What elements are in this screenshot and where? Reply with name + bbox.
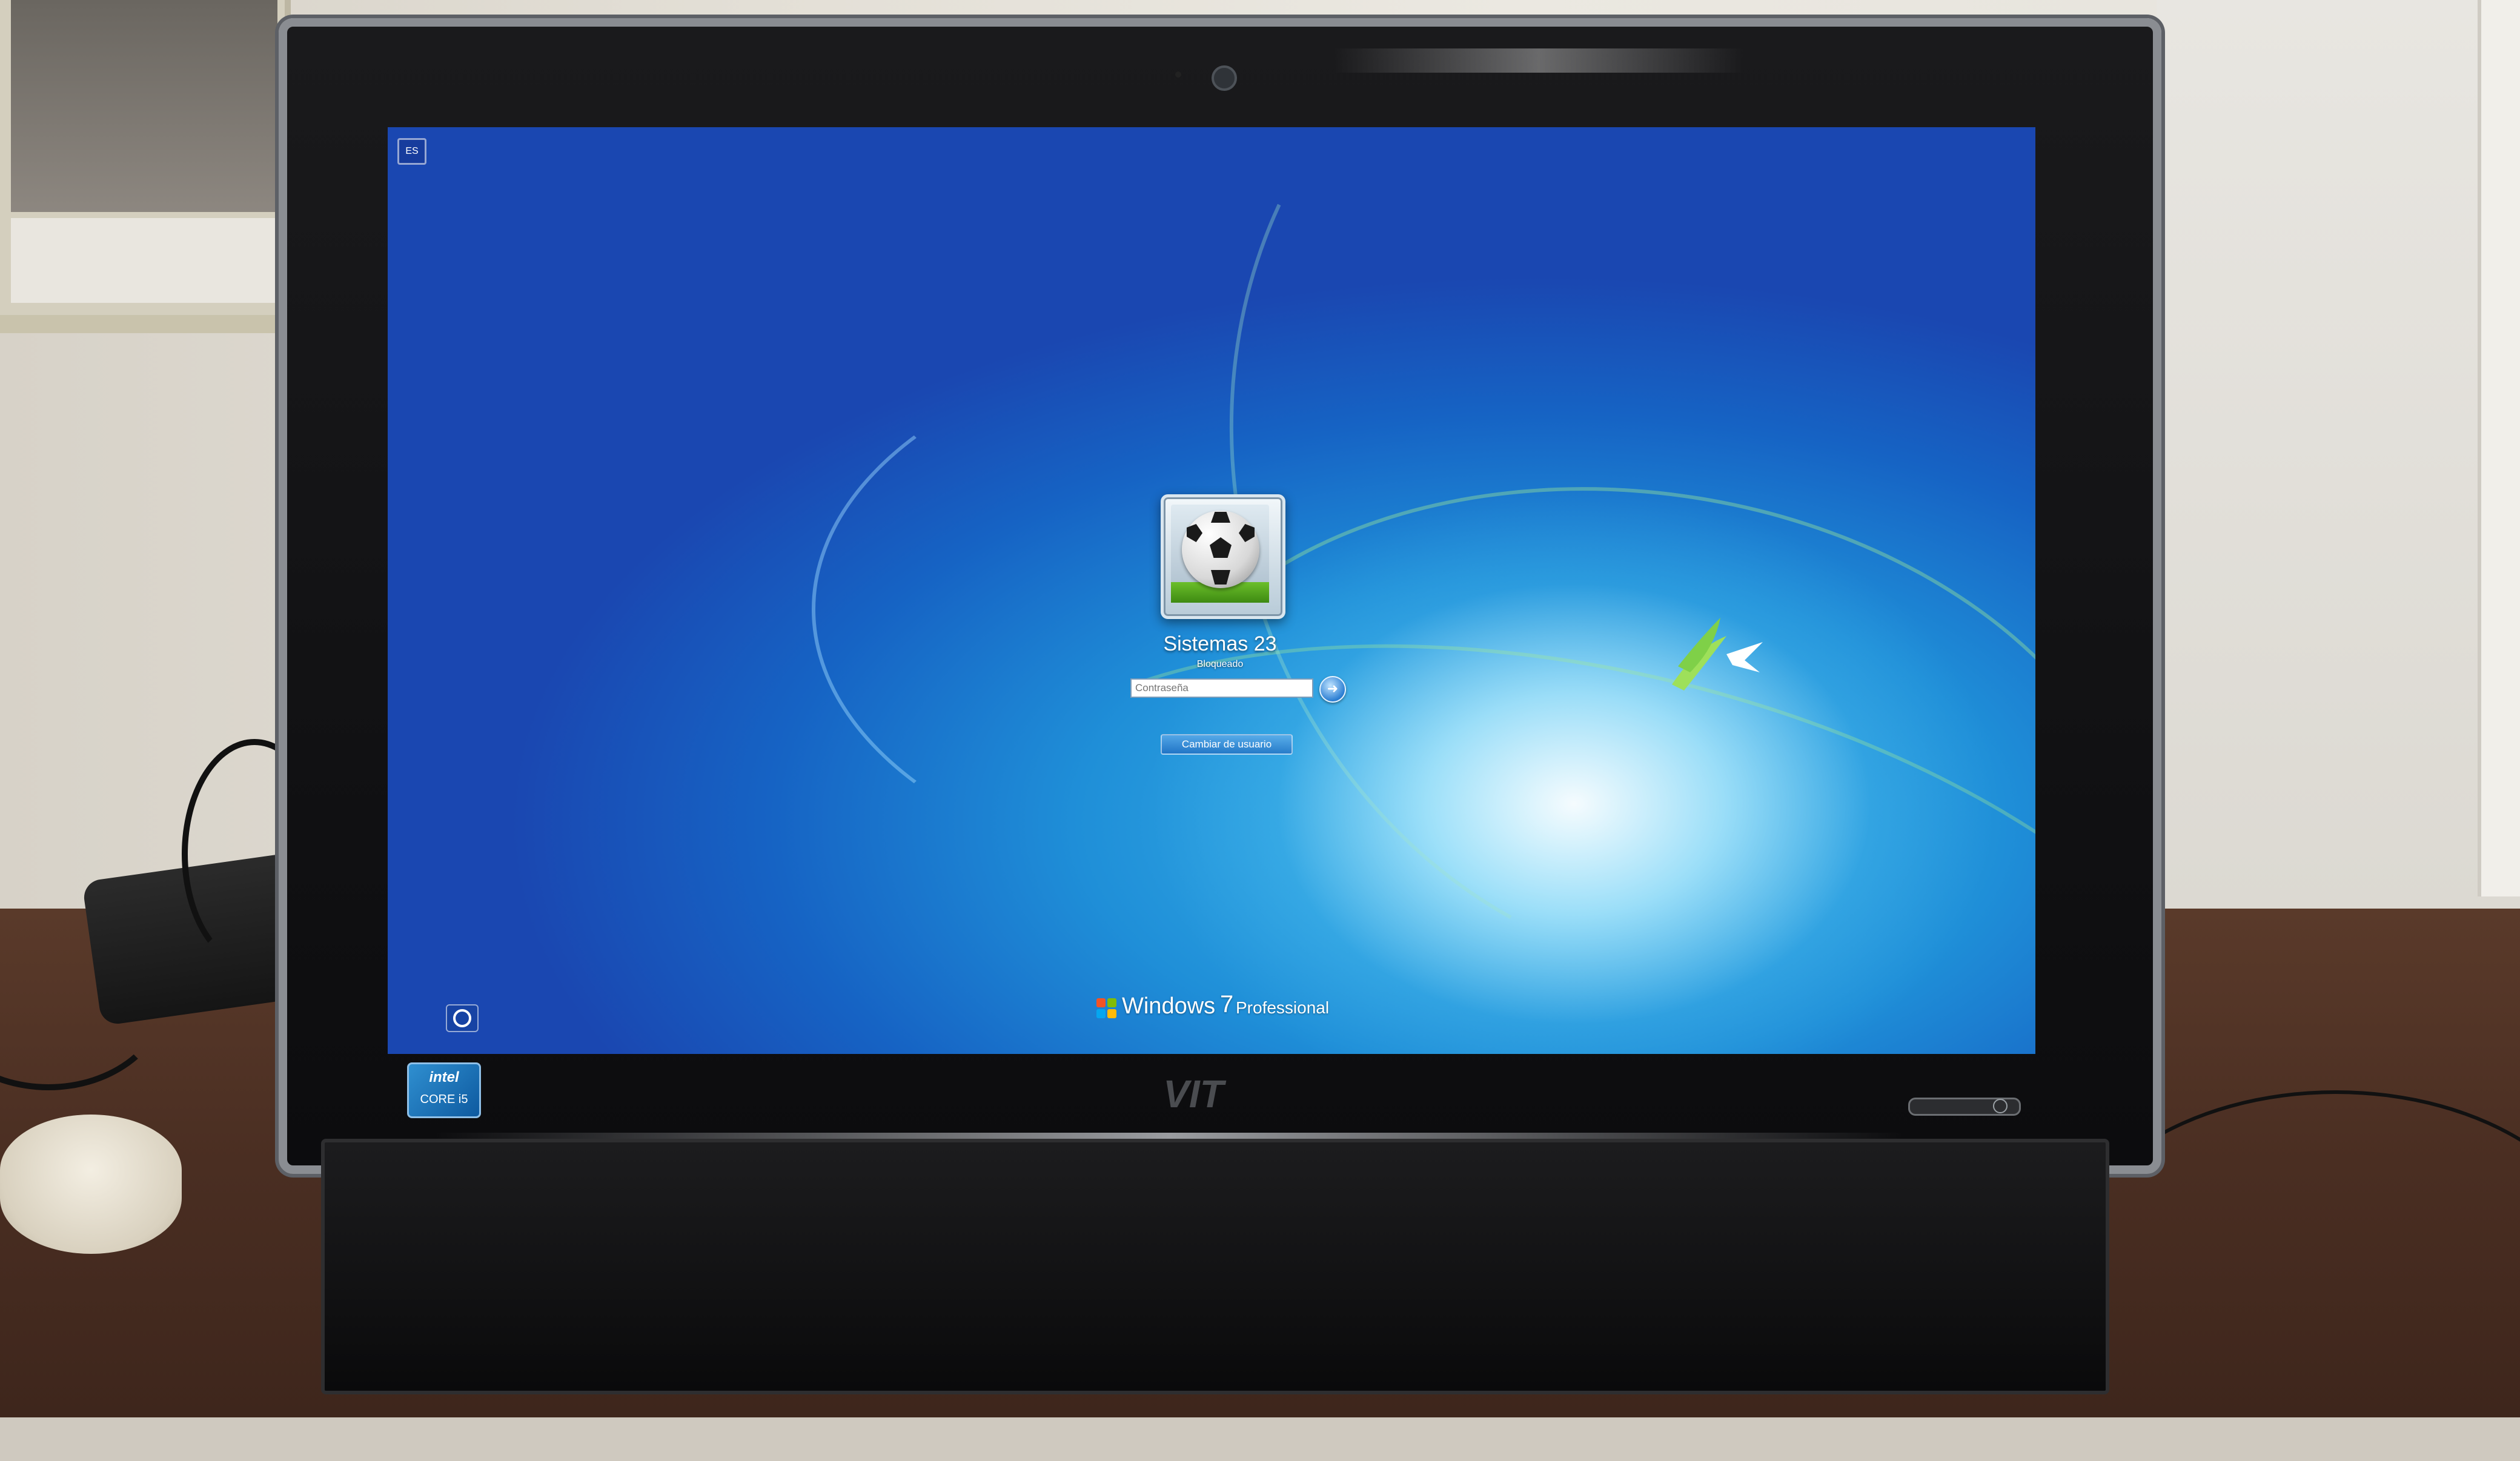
user-avatar — [1161, 494, 1285, 619]
stand-highlight — [436, 1133, 1902, 1139]
windows-branding: Windows 7 Professional — [1096, 991, 1351, 1027]
badge-brand: intel — [429, 1069, 459, 1085]
user-name: Sistemas 23 — [1163, 632, 1277, 655]
intel-core-badge: intel CORE i5 — [407, 1062, 481, 1118]
webcam — [1212, 65, 1237, 91]
webcam-led — [1175, 71, 1181, 78]
room-window — [0, 0, 291, 333]
windows-version: 7 — [1220, 991, 1234, 1018]
wallpaper-birds — [1672, 618, 1763, 691]
window-pane-lower — [11, 218, 277, 303]
monitor-speaker-stand — [321, 1139, 2109, 1394]
room-door-edge — [2478, 0, 2520, 896]
windows-edition: Professional — [1236, 998, 1330, 1017]
ease-of-access-button[interactable] — [446, 1004, 479, 1032]
bezel-glare — [1333, 48, 1745, 73]
soccer-ball-icon — [1182, 511, 1259, 588]
windows-flag-icon — [1096, 998, 1117, 1019]
submit-arrow-button[interactable]: ➜ — [1319, 676, 1346, 703]
ease-of-access-icon — [453, 1009, 471, 1027]
window-pane — [11, 0, 277, 212]
windows-word: Windows — [1122, 993, 1216, 1019]
monitor-brand-logo: VIT — [1163, 1072, 1224, 1116]
lock-screen: ES Sistemas 23 Bloqueado ➜ Cambiar de us… — [388, 127, 2035, 1054]
power-icon[interactable] — [1993, 1099, 2008, 1113]
room-door-frame — [2157, 0, 2520, 909]
badge-model: CORE i5 — [420, 1093, 468, 1106]
arrow-right-icon: ➜ — [1327, 681, 1339, 696]
user-status: Bloqueado — [1196, 659, 1244, 669]
switch-user-button[interactable]: Cambiar de usuario — [1161, 734, 1293, 755]
password-input[interactable] — [1130, 678, 1313, 698]
plastic-cup — [0, 1115, 182, 1254]
language-indicator[interactable]: ES — [397, 138, 426, 165]
